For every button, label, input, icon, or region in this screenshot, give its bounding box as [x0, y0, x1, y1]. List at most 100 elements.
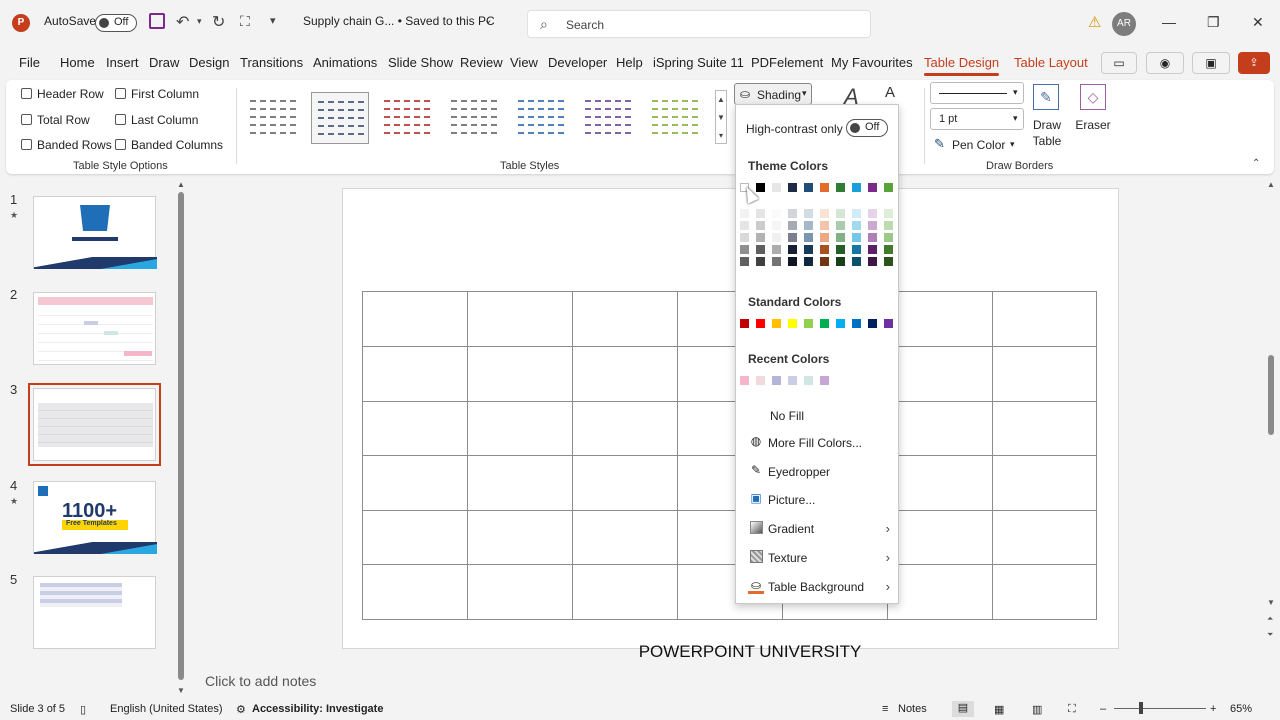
draw-table-button[interactable]: ✎ Draw Table — [1031, 84, 1063, 154]
present-icon[interactable]: ⛶ — [240, 13, 250, 30]
theme-color-shade-swatch[interactable] — [836, 209, 845, 218]
last-column-checkbox[interactable]: Last Column — [115, 113, 198, 127]
standard-color-swatch[interactable] — [884, 319, 893, 328]
theme-color-shade-swatch[interactable] — [740, 233, 749, 242]
redo-icon[interactable]: ↻ — [212, 12, 225, 32]
theme-color-shade-swatch[interactable] — [772, 221, 781, 230]
recent-color-swatch[interactable] — [772, 376, 781, 385]
gallery-scroll-icon[interactable]: ▲ ▼ ▾ — [715, 90, 727, 144]
warning-icon[interactable]: ⚠ — [1088, 13, 1101, 31]
spellcheck-icon[interactable]: ▯ — [80, 703, 86, 716]
search-box[interactable]: ⌕ Search — [527, 10, 871, 38]
tab-table-layout[interactable]: Table Layout — [1014, 55, 1088, 70]
theme-color-swatch[interactable] — [804, 183, 813, 192]
theme-color-swatch[interactable] — [756, 183, 765, 192]
theme-color-shade-swatch[interactable] — [836, 257, 845, 266]
slide-thumbnail-1[interactable] — [33, 196, 157, 269]
slide-table[interactable] — [362, 291, 1097, 620]
tab-draw[interactable]: Draw — [149, 55, 179, 70]
editor-scrollbar[interactable] — [1268, 355, 1274, 435]
comments-icon[interactable]: ▭ — [1101, 52, 1137, 74]
teams-icon[interactable]: ▣ — [1192, 52, 1230, 74]
scroll-up-icon[interactable]: ▲ — [177, 180, 185, 189]
banded-columns-checkbox[interactable]: Banded Columns — [115, 138, 223, 152]
table-style-thumb[interactable] — [512, 92, 570, 144]
pen-weight-select[interactable]: 1 pt ▾ — [930, 108, 1024, 130]
collapse-ribbon-icon[interactable]: ⌃ — [1252, 158, 1260, 169]
high-contrast-toggle[interactable]: Off — [846, 119, 888, 137]
close-icon[interactable]: ✕ — [1252, 14, 1264, 31]
theme-color-shade-swatch[interactable] — [740, 221, 749, 230]
zoom-level[interactable]: 65% — [1230, 703, 1252, 715]
undo-icon[interactable]: ↶ — [176, 12, 189, 32]
tab-slide-show[interactable]: Slide Show — [388, 55, 453, 70]
theme-color-shade-swatch[interactable] — [868, 257, 877, 266]
table-style-thumb[interactable] — [244, 92, 302, 144]
theme-color-swatch[interactable] — [884, 183, 893, 192]
theme-color-shade-swatch[interactable] — [772, 245, 781, 254]
scroll-down-icon[interactable]: ▼ — [177, 686, 185, 695]
theme-color-shade-swatch[interactable] — [788, 245, 797, 254]
no-fill-item[interactable]: No Fill — [748, 406, 898, 428]
theme-color-shade-swatch[interactable] — [820, 257, 829, 266]
standard-color-swatch[interactable] — [788, 319, 797, 328]
slide-thumbnail-3[interactable] — [28, 383, 161, 466]
banded-rows-checkbox[interactable]: Banded Rows — [21, 138, 112, 152]
theme-color-shade-swatch[interactable] — [852, 221, 861, 230]
theme-color-shade-swatch[interactable] — [820, 209, 829, 218]
recent-color-swatch[interactable] — [756, 376, 765, 385]
theme-color-shade-swatch[interactable] — [756, 221, 765, 230]
slide-thumbnail-4[interactable]: 1100+ Free Templates — [33, 481, 157, 554]
theme-color-shade-swatch[interactable] — [836, 233, 845, 242]
zoom-slider-handle[interactable] — [1139, 702, 1143, 714]
theme-color-swatch[interactable] — [868, 183, 877, 192]
theme-color-shade-swatch[interactable] — [820, 233, 829, 242]
theme-color-shade-swatch[interactable] — [884, 209, 893, 218]
table-style-thumb[interactable] — [579, 92, 637, 144]
language-label[interactable]: English (United States) — [110, 703, 223, 715]
table-style-thumb[interactable] — [646, 92, 704, 144]
customize-toolbar-icon[interactable]: ▾ — [270, 14, 276, 27]
theme-color-shade-swatch[interactable] — [772, 257, 781, 266]
tab-ispring[interactable]: iSpring Suite 11 — [653, 55, 744, 70]
theme-color-shade-swatch[interactable] — [884, 257, 893, 266]
share-icon[interactable]: ⇪ — [1238, 52, 1270, 74]
search-input[interactable]: Search — [566, 18, 604, 32]
next-slide-icon[interactable]: ⏷ — [1267, 630, 1273, 640]
theme-color-shade-swatch[interactable] — [820, 221, 829, 230]
document-title[interactable]: Supply chain G... • Saved to this PC — [303, 14, 495, 28]
theme-color-shade-swatch[interactable] — [756, 209, 765, 218]
zoom-slider[interactable] — [1114, 708, 1206, 709]
pen-style-select[interactable]: ▾ — [930, 82, 1024, 104]
theme-color-swatch[interactable] — [788, 183, 797, 192]
recent-color-swatch[interactable] — [820, 376, 829, 385]
notes-button[interactable]: Notes — [898, 703, 927, 715]
notes-pane[interactable]: Click to add notes — [194, 666, 1280, 696]
normal-view-icon[interactable]: ▤ — [952, 701, 974, 717]
theme-color-shade-swatch[interactable] — [804, 257, 813, 266]
save-icon[interactable] — [149, 13, 165, 29]
theme-color-shade-swatch[interactable] — [788, 233, 797, 242]
notes-placeholder[interactable]: Click to add notes — [205, 673, 316, 689]
table-style-thumb[interactable] — [378, 92, 436, 144]
panel-scrollbar[interactable] — [178, 192, 184, 680]
theme-color-shade-swatch[interactable] — [884, 233, 893, 242]
eyedropper-item[interactable]: ✎ Eyedropper — [748, 462, 898, 484]
theme-color-shade-swatch[interactable] — [756, 257, 765, 266]
standard-color-swatch[interactable] — [756, 319, 765, 328]
theme-color-shade-swatch[interactable] — [804, 221, 813, 230]
theme-color-shade-swatch[interactable] — [884, 245, 893, 254]
theme-color-shade-swatch[interactable] — [804, 233, 813, 242]
slide-thumbnail-5[interactable] — [33, 576, 156, 649]
theme-color-shade-swatch[interactable] — [788, 209, 797, 218]
standard-color-swatch[interactable] — [820, 319, 829, 328]
theme-color-shade-swatch[interactable] — [756, 245, 765, 254]
standard-color-swatch[interactable] — [740, 319, 749, 328]
theme-color-shade-swatch[interactable] — [772, 233, 781, 242]
texture-item[interactable]: Texture › — [748, 548, 898, 570]
tab-design[interactable]: Design — [189, 55, 229, 70]
theme-color-shade-swatch[interactable] — [740, 257, 749, 266]
theme-color-shade-swatch[interactable] — [756, 233, 765, 242]
theme-color-shade-swatch[interactable] — [852, 209, 861, 218]
standard-color-swatch[interactable] — [868, 319, 877, 328]
